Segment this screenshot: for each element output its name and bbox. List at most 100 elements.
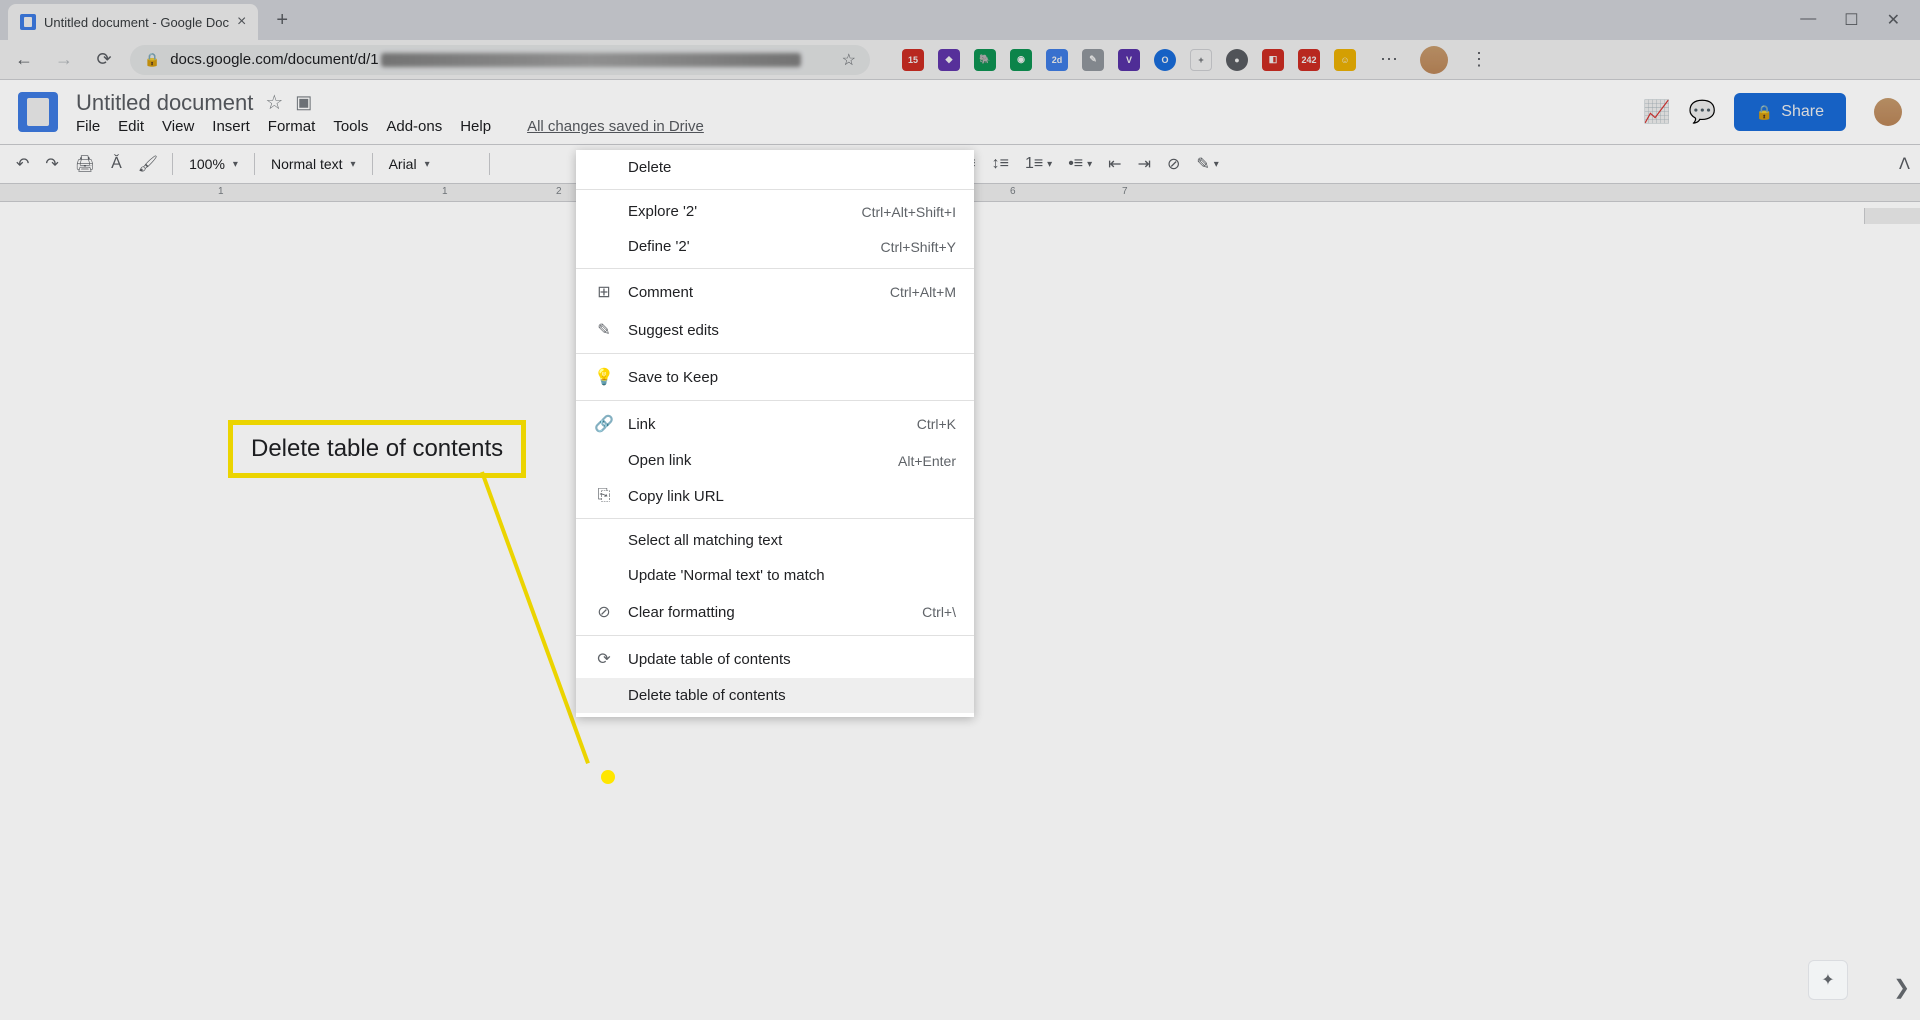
spellcheck-button[interactable]: Ǎ <box>105 151 128 177</box>
side-panel-expand-icon[interactable]: ❯ <box>1893 975 1910 1000</box>
close-window-button[interactable]: ✕ <box>1887 10 1900 30</box>
comments-icon[interactable]: 💬 <box>1688 99 1715 125</box>
browser-tab-strip: Untitled document - Google Doc × + — ☐ ✕ <box>0 0 1920 40</box>
ctx-open-link[interactable]: Open linkAlt+Enter <box>576 443 974 478</box>
browser-tab[interactable]: Untitled document - Google Doc × <box>8 4 258 40</box>
callout-label: Delete table of contents <box>228 420 526 478</box>
ctx-link[interactable]: 🔗LinkCtrl+K <box>576 405 974 443</box>
menu-edit[interactable]: Edit <box>118 118 144 135</box>
clear-format-icon: ⊘ <box>594 602 614 622</box>
ext-icon[interactable]: 15 <box>902 49 924 71</box>
ext-icon[interactable]: V <box>1118 49 1140 71</box>
star-document-icon[interactable]: ☆ <box>265 90 283 115</box>
chrome-menu-icon[interactable]: ⋮ <box>1470 49 1488 70</box>
undo-button[interactable]: ↶ <box>10 150 35 178</box>
ctx-keep[interactable]: 💡Save to Keep <box>576 358 974 396</box>
new-tab-button[interactable]: + <box>276 9 288 32</box>
side-panel <box>1864 208 1920 224</box>
back-button[interactable]: ← <box>10 49 38 70</box>
ext-icon[interactable]: O <box>1154 49 1176 71</box>
ctx-delete-toc[interactable]: Delete table of contents <box>576 678 974 713</box>
ctx-delete[interactable]: Delete <box>576 150 974 185</box>
zoom-select[interactable]: 100% <box>181 152 246 176</box>
ext-icon[interactable]: 242 <box>1298 49 1320 71</box>
forward-button[interactable]: → <box>50 49 78 70</box>
save-status[interactable]: All changes saved in Drive <box>527 118 704 135</box>
menu-tools[interactable]: Tools <box>333 118 368 135</box>
docs-header: Untitled document ☆ ▣ File Edit View Ins… <box>0 80 1920 144</box>
menu-format[interactable]: Format <box>268 118 316 135</box>
reload-button[interactable]: ⟳ <box>90 49 118 70</box>
ext-icon[interactable]: ● <box>1226 49 1248 71</box>
move-document-icon[interactable]: ▣ <box>295 92 312 113</box>
collapse-toolbar-icon[interactable]: ᐱ <box>1899 154 1910 174</box>
ctx-explore[interactable]: Explore '2'Ctrl+Alt+Shift+I <box>576 194 974 229</box>
print-button[interactable]: 🖨 <box>69 150 101 178</box>
bulleted-list-button[interactable]: •≡ <box>1062 151 1098 177</box>
editing-mode-button[interactable]: ✎ <box>1190 150 1224 178</box>
menu-addons[interactable]: Add-ons <box>386 118 442 135</box>
redo-button[interactable]: ↷ <box>39 150 64 178</box>
menu-file[interactable]: File <box>76 118 100 135</box>
lock-icon: 🔒 <box>1756 104 1773 121</box>
account-avatar[interactable] <box>1874 98 1902 126</box>
callout-dot <box>601 770 615 784</box>
keep-icon: 💡 <box>594 367 614 387</box>
extension-icons: 15 ◆ 🐘 ◉ 2d ✎ V O + ● ◧ 242 ☺ ⋯ <box>902 49 1398 71</box>
increase-indent-button[interactable]: ⇥ <box>1132 150 1157 178</box>
menu-view[interactable]: View <box>162 118 194 135</box>
ext-icon[interactable]: + <box>1190 49 1212 71</box>
line-spacing-button[interactable]: ↕≡ <box>986 151 1015 177</box>
url-text: docs.google.com/document/d/1 <box>170 51 800 68</box>
copy-icon: ⎘ <box>594 487 614 505</box>
ctx-update-toc[interactable]: ⟳Update table of contents <box>576 640 974 678</box>
docs-logo[interactable] <box>18 92 58 132</box>
context-menu: Delete Explore '2'Ctrl+Alt+Shift+I Defin… <box>576 150 974 717</box>
clear-format-button[interactable]: ⊘ <box>1161 150 1186 178</box>
ctx-clear-formatting[interactable]: ⊘Clear formattingCtrl+\ <box>576 593 974 631</box>
window-controls: — ☐ ✕ <box>1800 10 1920 30</box>
decrease-indent-button[interactable]: ⇤ <box>1102 150 1127 178</box>
comment-icon: ⊞ <box>594 282 614 302</box>
ext-icon[interactable]: ✎ <box>1082 49 1104 71</box>
ctx-update-style[interactable]: Update 'Normal text' to match <box>576 558 974 593</box>
ext-icon[interactable]: ◆ <box>938 49 960 71</box>
ctx-suggest[interactable]: ✎Suggest edits <box>576 311 974 349</box>
activity-icon[interactable]: 📈 <box>1643 99 1670 125</box>
docs-favicon <box>20 14 36 30</box>
ctx-select-matching[interactable]: Select all matching text <box>576 523 974 558</box>
menu-insert[interactable]: Insert <box>212 118 250 135</box>
bookmark-star-icon[interactable]: ☆ <box>842 50 856 70</box>
paint-format-button[interactable]: 🖌 <box>132 150 164 178</box>
suggest-icon: ✎ <box>594 320 614 340</box>
menu-help[interactable]: Help <box>460 118 491 135</box>
lock-icon: 🔒 <box>144 52 160 68</box>
ext-icon[interactable]: ◧ <box>1262 49 1284 71</box>
refresh-icon: ⟳ <box>594 649 614 669</box>
ctx-define[interactable]: Define '2'Ctrl+Shift+Y <box>576 229 974 264</box>
font-select[interactable]: Arial <box>381 152 481 176</box>
ext-overflow[interactable]: ⋯ <box>1380 49 1398 70</box>
minimize-button[interactable]: — <box>1800 10 1816 30</box>
share-button[interactable]: 🔒 Share <box>1734 93 1846 131</box>
ext-icon[interactable]: 2d <box>1046 49 1068 71</box>
ext-icon[interactable]: 🐘 <box>974 49 996 71</box>
numbered-list-button[interactable]: 1≡ <box>1019 151 1058 177</box>
share-label: Share <box>1781 103 1824 121</box>
tab-title: Untitled document - Google Doc <box>44 15 229 30</box>
ctx-comment[interactable]: ⊞CommentCtrl+Alt+M <box>576 273 974 311</box>
profile-avatar[interactable] <box>1420 46 1448 74</box>
document-title[interactable]: Untitled document <box>76 90 253 116</box>
ext-icon[interactable]: ◉ <box>1010 49 1032 71</box>
url-bar[interactable]: 🔒 docs.google.com/document/d/1 ☆ <box>130 45 870 75</box>
link-icon: 🔗 <box>594 414 614 434</box>
style-select[interactable]: Normal text <box>263 152 364 176</box>
address-bar-row: ← → ⟳ 🔒 docs.google.com/document/d/1 ☆ 1… <box>0 40 1920 80</box>
ctx-copy-link[interactable]: ⎘Copy link URL <box>576 478 974 514</box>
menu-bar: File Edit View Insert Format Tools Add-o… <box>76 118 1643 135</box>
explore-fab[interactable]: ✦ <box>1808 960 1848 1000</box>
maximize-button[interactable]: ☐ <box>1844 10 1858 30</box>
ext-icon[interactable]: ☺ <box>1334 49 1356 71</box>
tab-close-icon[interactable]: × <box>237 13 246 31</box>
callout-line <box>480 471 590 764</box>
